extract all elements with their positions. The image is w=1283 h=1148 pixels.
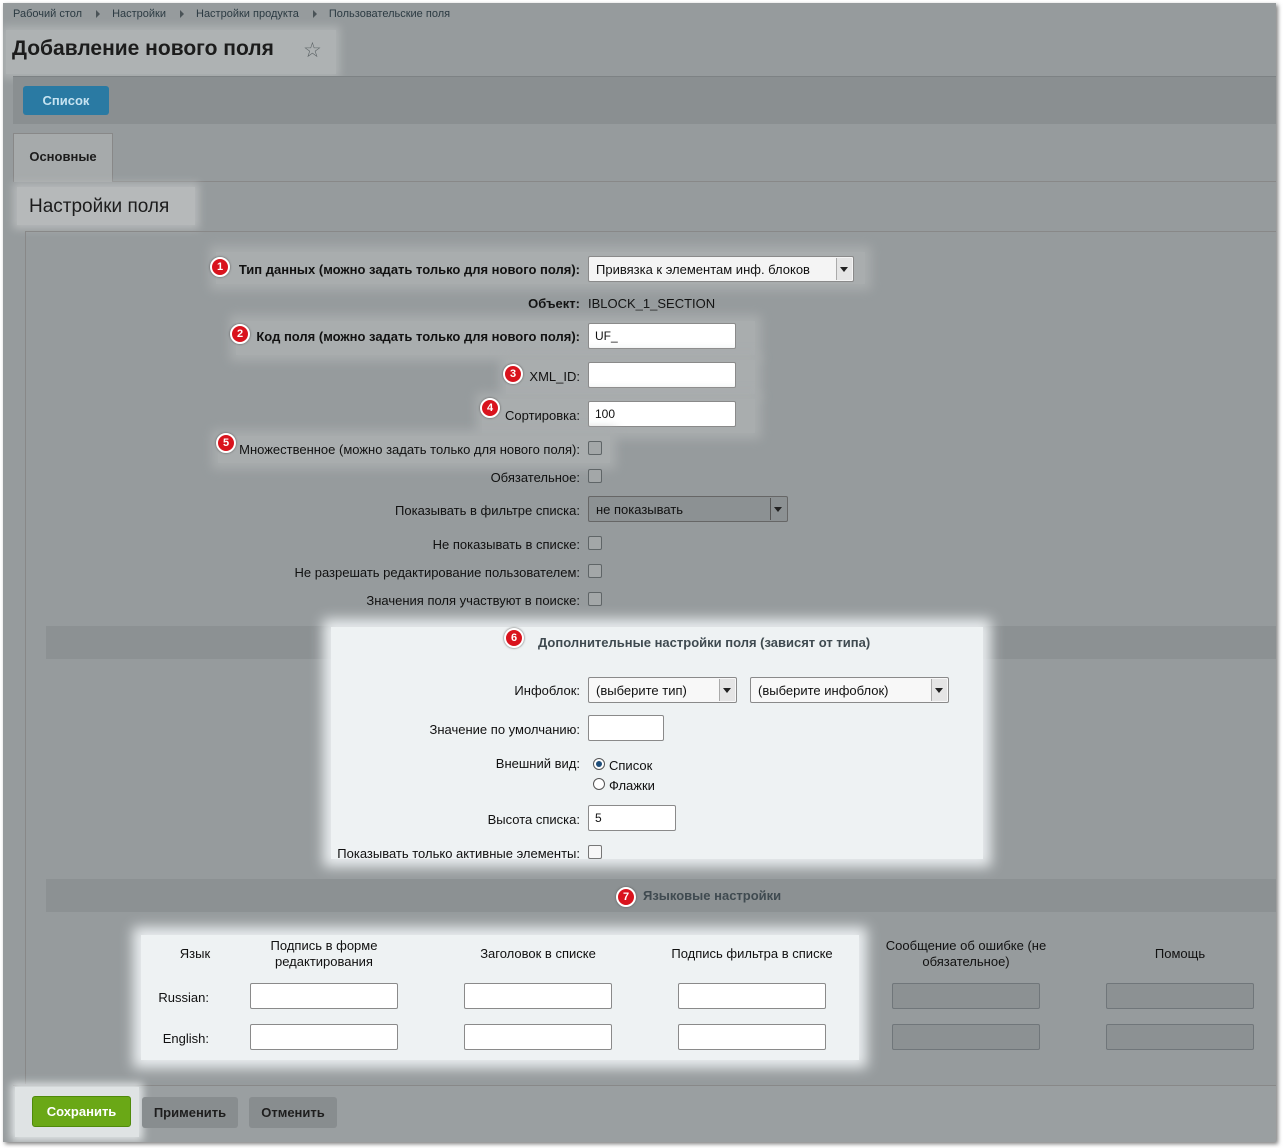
view-radio-list[interactable] — [593, 758, 605, 770]
view-radio-list-label: Список — [609, 758, 653, 773]
xml-id-input[interactable] — [588, 362, 736, 388]
active-only-label: Показывать только активные элементы: — [337, 846, 580, 861]
list-height-input[interactable]: 5 — [588, 805, 676, 831]
lang-header-error-message: Сообщение об ошибке (не обязательное) — [885, 938, 1047, 969]
breadcrumb-item-settings[interactable]: Настройки — [112, 8, 166, 20]
language-settings-title: Языковые настройки — [643, 888, 782, 903]
object-label: Объект: — [528, 296, 580, 311]
mandatory-checkbox[interactable] — [588, 469, 602, 483]
iblock-select-value: (выберите инфоблок) — [758, 683, 889, 698]
en-filter-label-input[interactable] — [678, 1024, 826, 1050]
multiple-label: Множественное (можно задать только для н… — [239, 442, 580, 457]
chevron-down-icon — [719, 679, 735, 701]
searchable-checkbox[interactable] — [588, 592, 602, 606]
lang-row-english-label: English: — [162, 1031, 209, 1046]
lang-header-language: Язык — [179, 946, 211, 961]
breadcrumb-separator-icon — [96, 10, 101, 19]
cancel-button[interactable]: Отменить — [249, 1097, 337, 1128]
breadcrumb-item-desktop[interactable]: Рабочий стол — [13, 8, 82, 20]
list-button[interactable]: Список — [23, 86, 109, 115]
en-help-input[interactable] — [1106, 1024, 1254, 1050]
breadcrumb-item-product-settings[interactable]: Настройки продукта — [196, 8, 299, 20]
step-badge-1: 1 — [210, 257, 230, 277]
tab-bar — [13, 133, 1276, 182]
step-badge-2: 2 — [230, 324, 250, 344]
step-badge-4: 4 — [480, 398, 500, 418]
show-filter-select-value: не показывать — [596, 502, 684, 517]
step-badge-7: 7 — [616, 887, 636, 907]
tab-main[interactable]: Основные — [13, 133, 113, 182]
default-value-label: Значение по умолчанию: — [429, 722, 580, 737]
view-radio-checkboxes-label: Флажки — [609, 778, 655, 793]
favorite-star-icon[interactable]: ☆ — [303, 38, 322, 63]
en-error-message-input[interactable] — [892, 1024, 1040, 1050]
lang-header-help: Помощь — [1154, 946, 1206, 961]
chevron-down-icon — [770, 498, 786, 520]
iblock-label: Инфоблок: — [514, 683, 580, 698]
hide-in-list-label: Не показывать в списке: — [432, 537, 580, 552]
view-radio-checkboxes[interactable] — [593, 778, 605, 790]
active-only-checkbox[interactable] — [588, 845, 602, 859]
show-filter-label: Показывать в фильтре списка: — [395, 503, 580, 518]
no-edit-label: Не разрешать редактирование пользователе… — [294, 565, 580, 580]
mandatory-label: Обязательное: — [490, 470, 580, 485]
ru-list-title-input[interactable] — [464, 983, 612, 1009]
ru-edit-label-input[interactable] — [250, 983, 398, 1009]
lang-row-russian-label: Russian: — [158, 990, 209, 1005]
breadcrumb-item-user-fields[interactable]: Пользовательские поля — [329, 8, 450, 20]
iblock-type-select[interactable]: (выберите тип) — [588, 677, 737, 703]
toolbar — [13, 76, 1276, 124]
data-type-select[interactable]: Привязка к элементам инф. блоков — [588, 256, 854, 282]
sort-input[interactable]: 100 — [588, 401, 736, 427]
en-edit-label-input[interactable] — [250, 1024, 398, 1050]
ru-filter-label-input[interactable] — [678, 983, 826, 1009]
section-title: Настройки поля — [29, 196, 170, 217]
no-edit-checkbox[interactable] — [588, 564, 602, 578]
xml-id-label: XML_ID: — [529, 369, 580, 384]
lang-header-edit-label: Подпись в форме редактирования — [270, 938, 378, 969]
default-value-input[interactable] — [588, 715, 664, 741]
data-type-label: Тип данных (можно задать только для ново… — [238, 262, 580, 277]
field-code-input[interactable]: UF_ — [588, 323, 736, 349]
iblock-select[interactable]: (выберите инфоблок) — [750, 677, 949, 703]
breadcrumb-separator-icon — [312, 10, 317, 19]
page-title: Добавление нового поля — [12, 37, 274, 60]
step-badge-3: 3 — [503, 364, 523, 384]
iblock-type-select-value: (выберите тип) — [596, 683, 687, 698]
extra-settings-title: Дополнительные настройки поля (зависят о… — [538, 635, 871, 650]
chevron-down-icon — [836, 258, 852, 280]
field-code-label: Код поля (можно задать только для нового… — [256, 329, 580, 344]
ru-error-message-input[interactable] — [892, 983, 1040, 1009]
show-filter-select[interactable]: не показывать — [588, 496, 788, 522]
breadcrumb-separator-icon — [180, 10, 184, 19]
list-height-label: Высота списка: — [487, 812, 580, 827]
lang-header-list-title: Заголовок в списке — [480, 946, 596, 961]
object-value: IBLOCK_1_SECTION — [588, 296, 716, 311]
en-list-title-input[interactable] — [464, 1024, 612, 1050]
step-badge-5: 5 — [216, 433, 236, 453]
hide-in-list-checkbox[interactable] — [588, 536, 602, 550]
ru-help-input[interactable] — [1106, 983, 1254, 1009]
apply-button[interactable]: Применить — [142, 1097, 238, 1128]
step-badge-6: 6 — [504, 628, 524, 648]
admin-page: Рабочий стол Настройки Настройки продукта П… — [3, 3, 1276, 1142]
breadcrumb: Рабочий стол Настройки Настройки продукта П… — [13, 8, 456, 20]
view-label: Внешний вид: — [495, 756, 580, 771]
save-button[interactable]: Сохранить — [32, 1096, 131, 1127]
lang-header-filter-label: Подпись фильтра в списке — [671, 946, 833, 961]
data-type-select-value: Привязка к элементам инф. блоков — [596, 262, 810, 277]
chevron-down-icon — [931, 679, 947, 701]
searchable-label: Значения поля участвуют в поиске: — [366, 593, 580, 608]
multiple-checkbox[interactable] — [588, 441, 602, 455]
